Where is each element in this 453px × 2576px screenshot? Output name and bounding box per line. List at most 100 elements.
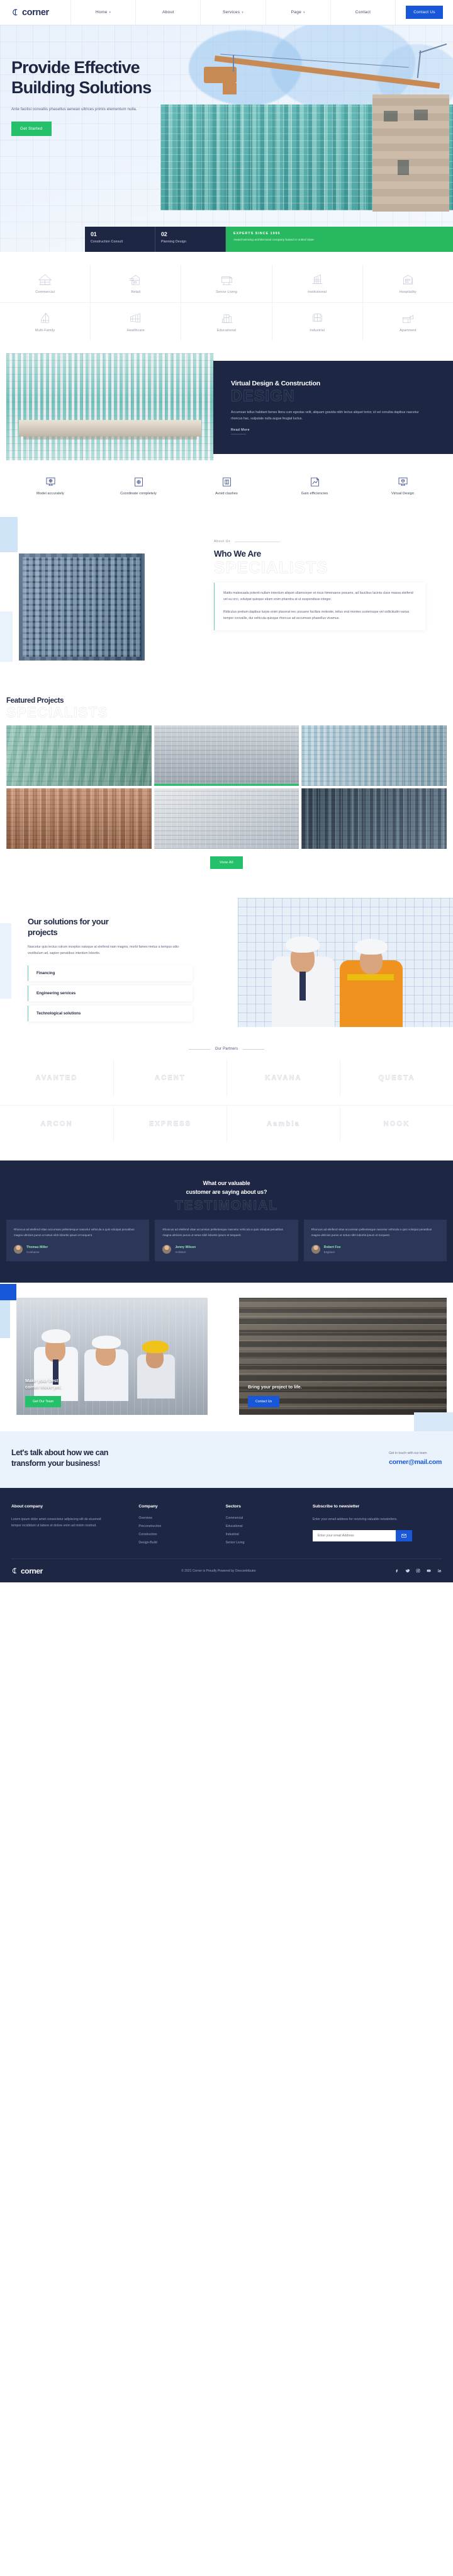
accordion-item-financing[interactable]: Financing (28, 965, 193, 981)
partner-cell[interactable]: ACENT (113, 1060, 226, 1096)
sector-hospitality[interactable]: Hospitality (362, 264, 453, 302)
project-tile-4[interactable] (6, 788, 152, 849)
cta-contact-us-button[interactable]: Contact Us (248, 1396, 280, 1408)
newsletter-email-input[interactable] (312, 1530, 396, 1542)
house-gable-icon (38, 274, 52, 285)
testimonial-heading: What our valuable customer are saying ab… (6, 1179, 447, 1197)
featured-projects-section: Featured Projects SPECIALISTS View All (0, 697, 453, 869)
project-tile-3[interactable] (301, 725, 447, 786)
footer-brand-name: corner (21, 1566, 43, 1575)
nav-item-services[interactable]: Services ▾ (200, 0, 265, 25)
sector-label: Multi-Family (35, 328, 55, 332)
partner-cell[interactable]: ARCON (0, 1105, 113, 1142)
footer-sectors-title: Sectors (225, 1504, 241, 1509)
sector-label: Hospitality (399, 290, 417, 294)
sector-institutional[interactable]: Institutional (271, 264, 362, 302)
get-started-button[interactable]: Get Started (11, 121, 52, 136)
footer-about-text: Lorem ipsum dolor amet consectetur adipi… (11, 1518, 101, 1528)
footer-link-overview[interactable]: Overview (138, 1516, 219, 1520)
footer-brand[interactable]: corner (11, 1567, 43, 1575)
heading-rule-right (243, 1048, 265, 1050)
feature-virtual-design[interactable]: Virtual Design (359, 477, 447, 496)
footer-social-links (394, 1569, 442, 1573)
nav-item-page[interactable]: Page ▾ (265, 0, 330, 25)
footer-link-industrial[interactable]: Industrial (226, 1533, 306, 1536)
partner-cell[interactable]: KAVANA (226, 1060, 340, 1096)
sector-educational[interactable]: Educational (181, 303, 271, 341)
newsletter-submit-button[interactable] (395, 1530, 412, 1542)
feature-avoid-clashes[interactable]: Avoid clashes (182, 477, 271, 496)
facade-overlay (154, 725, 299, 786)
project-tile-2[interactable] (154, 725, 299, 786)
sector-healthcare[interactable]: Healthcare (90, 303, 181, 341)
blueprint-coordinate-icon (134, 477, 143, 487)
partner-logo: ACENT (155, 1074, 186, 1082)
vdc-read-more-link[interactable]: Read More (231, 428, 435, 435)
testimonial-card: Rhoncus ad eleifend vitae accumsan pelle… (155, 1219, 298, 1262)
project-tile-1[interactable] (6, 725, 152, 786)
author-role: Contractor (26, 1250, 40, 1254)
feature-gain-efficiencies[interactable]: Gain efficiencies (271, 477, 359, 496)
footer-link-preconstruction[interactable]: Preconstruction (138, 1524, 219, 1528)
footer-link-construction[interactable]: Construction (138, 1533, 219, 1536)
sector-senior-living[interactable]: Senior Living (181, 264, 271, 302)
about-heading: Who We Are (214, 549, 261, 559)
monitor-model-icon (46, 477, 55, 486)
feature-coordinate-completely[interactable]: Coordinate completely (94, 477, 182, 496)
view-all-button[interactable]: View All (210, 856, 243, 869)
newsletter-form (312, 1530, 442, 1542)
footer-link-design-build[interactable]: Design-Build (138, 1541, 219, 1545)
project-tile-5[interactable] (154, 788, 299, 849)
partner-cell[interactable]: NOOK (340, 1105, 453, 1142)
hero-title: Provide Effective Building Solutions (11, 58, 200, 98)
sector-multi-family[interactable]: Multi-Family (0, 303, 90, 341)
solutions-copy: Our solutions for your projects Nascetur… (28, 917, 193, 1021)
testimonial-heading-line1: What our valuable (203, 1180, 250, 1186)
contact-us-button[interactable]: Contact Us (406, 6, 443, 19)
clash-detect-icon (222, 477, 231, 487)
nav-item-contact[interactable]: Contact (330, 0, 395, 25)
bridge-structure (19, 420, 201, 436)
hero-title-line1: Provide Effective (11, 58, 140, 77)
about-paragraph-1: Mattis malesuada potenti nullam interdum… (223, 591, 413, 602)
accordion-item-engineering-services[interactable]: Engineering services (28, 985, 193, 1001)
sector-apartment[interactable]: Apartment (362, 303, 453, 341)
project-tile-6[interactable] (301, 788, 447, 849)
nav-label: Page (291, 10, 302, 14)
sector-commercial[interactable]: Commercial (0, 264, 90, 302)
footer-company-column: Company Overview Preconstruction Constru… (138, 1504, 219, 1545)
footer-link-commercial[interactable]: Commercial (226, 1516, 306, 1520)
vdc-grid-overlay (6, 353, 214, 460)
instagram-icon[interactable] (416, 1569, 420, 1573)
partner-cell[interactable]: EXPRESS (113, 1105, 226, 1142)
big-cta-email-link[interactable]: corner@mail.com (389, 1458, 442, 1466)
get-our-team-button[interactable]: Get Our Team (25, 1396, 62, 1408)
facebook-icon[interactable] (394, 1569, 399, 1573)
footer-link-educational[interactable]: Educational (226, 1524, 306, 1528)
twitter-icon[interactable] (405, 1569, 410, 1573)
sector-industrial[interactable]: Industrial (271, 303, 362, 341)
hardhat-icon (286, 936, 320, 953)
sector-retail[interactable]: Retail (90, 264, 181, 302)
nav-item-home[interactable]: Home ▾ (70, 0, 135, 25)
view-all-container: View All (6, 856, 447, 869)
linkedin-icon[interactable] (437, 1569, 442, 1573)
partner-cell[interactable]: QUESTA (340, 1060, 453, 1096)
stat-card[interactable]: 01 Construction Consult (85, 227, 155, 252)
solutions-heading-line2: projects (28, 927, 58, 937)
footer-newsletter-title: Subscribe to newsletter (312, 1504, 360, 1509)
feature-model-accurately[interactable]: Model accurately (6, 477, 94, 496)
youtube-icon[interactable] (427, 1569, 431, 1573)
brand-logo[interactable]: corner (0, 0, 70, 25)
nav-links: Home ▾ About Services ▾ Page ▾ Contact (70, 0, 395, 25)
footer-sectors-links: Commercial Educational Industrial Senior… (226, 1516, 306, 1545)
partner-cell[interactable]: AVANTED (0, 1060, 113, 1096)
read-more-label: Read More (231, 428, 250, 433)
hero-content: Provide Effective Building Solutions Ant… (0, 25, 453, 136)
nav-item-about[interactable]: About (135, 0, 200, 25)
stat-card[interactable]: 02 Planning Design (155, 227, 226, 252)
about-building-photo (19, 553, 145, 661)
partner-cell[interactable]: Aambla (226, 1105, 340, 1142)
accordion-item-technological-solutions[interactable]: Technological solutions (28, 1005, 193, 1021)
footer-link-senior-living[interactable]: Senior Living (226, 1541, 306, 1545)
